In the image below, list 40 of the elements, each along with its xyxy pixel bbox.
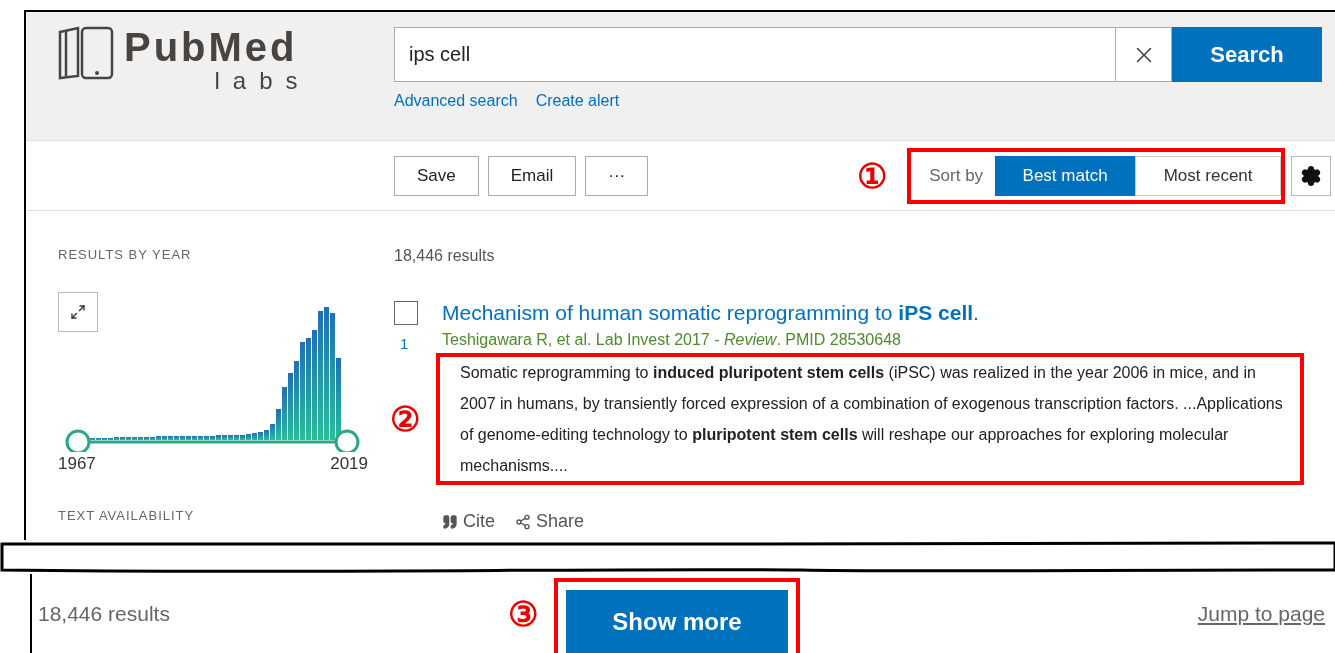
header-link[interactable]: Advanced search [394, 92, 518, 110]
section-heading: TEXT AVAILABILITY [58, 508, 196, 523]
search-button[interactable]: Search [1172, 27, 1322, 82]
result-title[interactable]: Mechanism of human somatic reprogramming to iPS cell. [442, 301, 1304, 325]
callout-number: ③ [508, 597, 538, 631]
result-checkbox[interactable] [394, 301, 418, 325]
range-track[interactable] [88, 440, 338, 444]
callout-number: ① [857, 158, 888, 193]
quote-icon [442, 513, 458, 530]
results-count: 18,446 results [38, 602, 171, 626]
section-heading: RESULTS BY YEAR [58, 247, 193, 262]
callout-number: ② [390, 402, 420, 436]
result-citation: Teshigawara R, et al. Lab Invest 2017 - Review. PMID 28530648 [442, 331, 902, 349]
toolbar-button[interactable]: Email [487, 155, 577, 196]
sort-option[interactable]: Best match [995, 155, 1136, 196]
logo-title: PubMed [124, 26, 298, 68]
settings-button[interactable] [1291, 155, 1332, 196]
expand-button[interactable] [58, 292, 98, 332]
settings-icon [1300, 164, 1323, 187]
share-icon [515, 513, 531, 530]
range-handle[interactable] [65, 429, 91, 452]
toolbar-button[interactable]: ··· [585, 155, 649, 196]
year-label: 2019 [330, 454, 368, 474]
result-action[interactable]: Share [515, 511, 585, 532]
search-field[interactable]: ips cell [394, 27, 1116, 82]
jump-to-page-link[interactable]: Jump to page [1197, 602, 1325, 626]
toolbar-button[interactable]: Save [394, 155, 479, 196]
sort-option[interactable]: Most recent [1135, 155, 1282, 196]
range-handle[interactable] [334, 429, 360, 452]
logo-subtitle: labs [214, 68, 311, 94]
show-more-button[interactable]: Show more [566, 590, 788, 653]
year-label: 1967 [58, 454, 96, 474]
expand-icon [70, 304, 86, 320]
results-count: 18,446 results [394, 247, 496, 265]
clear-button[interactable] [1116, 27, 1172, 82]
header-link[interactable]: Create alert [535, 92, 620, 110]
result-action[interactable]: Cite [442, 511, 495, 532]
result-number: 1 [399, 335, 409, 352]
result-snippet: Somatic reprogramming to induced pluripotent stem cells (iPSC) was realized in the year 2006 in mice, and in 2007 in humans, by transiently forced expression of a combination of exogenous transcription factors. ...Applications of genome-editing technology to pluripotent stem cells will reshape our approaches for exploring molecular mechanisms.... [436, 353, 1304, 485]
sort-label: Sort by [928, 165, 985, 186]
